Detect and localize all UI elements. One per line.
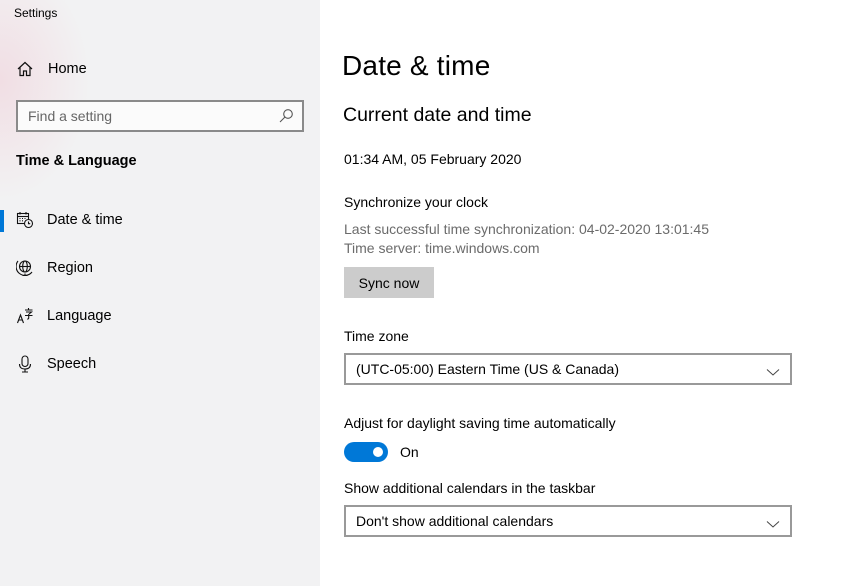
section-heading-current-date: Current date and time (343, 104, 532, 126)
sync-now-button[interactable]: Sync now (344, 267, 434, 298)
search-icon[interactable] (278, 108, 294, 124)
sync-heading: Synchronize your clock (344, 194, 488, 210)
sidebar: Settings Home Time & Language (0, 0, 320, 586)
microphone-icon (16, 355, 34, 373)
additional-calendars-dropdown[interactable]: Don't show additional calendars (344, 505, 792, 537)
selected-indicator (0, 210, 4, 232)
current-datetime: 01:34 AM, 05 February 2020 (344, 151, 522, 167)
last-sync-text: Last successful time synchronization: 04… (344, 221, 709, 237)
sidebar-item-region[interactable]: Region (0, 248, 320, 288)
time-server-text: Time server: time.windows.com (344, 240, 540, 256)
calendar-clock-icon (16, 211, 34, 229)
main-content: Date & time Current date and time 01:34 … (320, 0, 843, 586)
sidebar-item-speech[interactable]: Speech (0, 344, 320, 384)
sidebar-item-label: Date & time (47, 212, 123, 228)
daylight-saving-toggle[interactable] (344, 442, 388, 462)
search-box[interactable] (16, 100, 304, 132)
daylight-saving-toggle-row: On (344, 442, 419, 462)
toggle-knob (373, 447, 383, 457)
language-icon (16, 307, 34, 325)
additional-calendars-value: Don't show additional calendars (356, 513, 554, 529)
sidebar-item-label: Region (47, 260, 93, 276)
toggle-state-label: On (400, 444, 419, 460)
globe-icon (16, 259, 34, 277)
time-zone-label: Time zone (344, 328, 409, 344)
sidebar-item-language[interactable]: Language (0, 296, 320, 336)
sidebar-item-date-time[interactable]: Date & time (0, 200, 320, 240)
chevron-down-icon (766, 516, 780, 528)
additional-calendars-label: Show additional calendars in the taskbar (344, 480, 596, 496)
home-label: Home (48, 61, 87, 77)
home-nav-item[interactable]: Home (16, 58, 87, 80)
search-input[interactable] (28, 108, 268, 124)
home-icon (16, 60, 34, 78)
page-title: Date & time (342, 50, 491, 81)
sidebar-item-label: Language (47, 308, 112, 324)
section-title: Time & Language (16, 153, 137, 169)
sidebar-item-label: Speech (47, 356, 97, 372)
time-zone-value: (UTC-05:00) Eastern Time (US & Canada) (356, 361, 619, 377)
app-title: Settings (14, 6, 58, 20)
chevron-down-icon (766, 364, 780, 376)
time-zone-dropdown[interactable]: (UTC-05:00) Eastern Time (US & Canada) (344, 353, 792, 385)
daylight-saving-label: Adjust for daylight saving time automati… (344, 415, 616, 431)
